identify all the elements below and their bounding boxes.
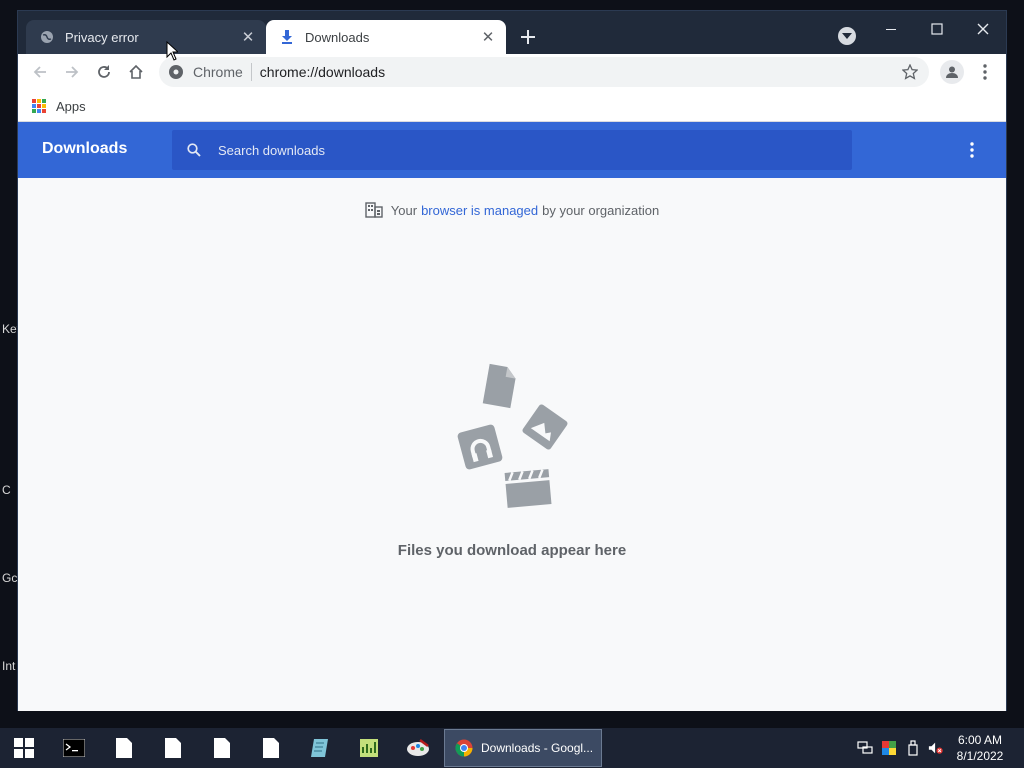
managed-suffix: by your organization [542,202,660,218]
taskbar-notepad[interactable] [306,730,334,766]
maximize-icon [931,23,943,35]
paint-icon [407,739,429,756]
color-app-icon[interactable] [881,740,897,756]
apps-shortcut[interactable]: Apps [32,96,86,116]
close-icon [977,23,989,35]
taskbar-file-2[interactable] [159,730,187,766]
desktop-icon-label[interactable]: Gc [2,571,18,585]
taskbar-file-1[interactable] [110,730,138,766]
desktop-icon-label[interactable]: C [2,483,18,497]
minimize-button[interactable] [868,15,914,43]
apps-grid-icon [32,99,46,113]
tab-title: Downloads [305,29,370,45]
windows-logo-icon [14,738,34,758]
desktop-icon-label[interactable]: Int [2,659,18,673]
arrow-right-icon [66,66,79,78]
more-vertical-icon [970,142,974,158]
file-icon [214,738,230,758]
clock-date: 8/1/2022 [956,749,1004,763]
taskbar: Downloads - Googl... 6:00 AM 8/1/2022 [0,728,1024,768]
close-icon[interactable]: ✕ [478,27,498,47]
audio-file-icon [457,424,503,470]
close-window-button[interactable] [960,15,1006,43]
empty-state-message: Files you download appear here [397,542,627,559]
taskbar-paint[interactable] [404,730,432,766]
chevron-down-icon [842,33,852,39]
image-icon [522,404,568,450]
home-button[interactable] [122,58,150,86]
file-icon [116,738,132,758]
page-origin: Chrome [193,64,243,80]
taskbar-file-3[interactable] [208,730,236,766]
address-bar[interactable]: Chrome chrome://downloads [159,57,929,87]
download-icon [279,29,295,45]
page-title: Downloads [42,140,128,157]
close-icon[interactable]: ✕ [238,27,258,47]
downloads-page: Downloads Your browser is managed by [18,122,1006,711]
bookmark-star-button[interactable] [900,62,920,82]
forward-button[interactable] [58,58,86,86]
minimize-icon [886,29,896,30]
chrome-logo-icon [455,739,473,757]
tab-title: Privacy error [65,29,139,45]
file-icon [165,738,181,758]
taskbar-chrome-window[interactable]: Downloads - Googl... [444,729,602,767]
start-button[interactable] [8,730,40,766]
reload-icon [98,65,110,78]
empty-downloads-illustration [457,363,568,508]
taskbar-chrome-label: Downloads - Googl... [481,741,594,755]
tab-search-button[interactable] [838,27,856,45]
taskbar-spreadsheet[interactable] [355,730,383,766]
volume-muted-icon[interactable] [928,740,944,756]
globe-icon [39,29,55,45]
managed-notice: Your browser is managed by your organiza… [18,202,1006,218]
chrome-page-icon [169,65,183,79]
chrome-menu-button[interactable] [976,60,994,84]
system-clock[interactable]: 6:00 AM 8/1/2022 [950,732,1010,764]
network-icon[interactable] [857,740,873,756]
downloads-more-button[interactable] [962,138,982,162]
taskbar-file-4[interactable] [257,730,285,766]
notepad-icon [311,739,328,757]
search-icon [186,142,202,158]
star-icon [902,64,918,80]
divider [250,63,252,81]
managed-link[interactable]: browser is managed [421,203,538,218]
file-icon [263,738,279,758]
maximize-button[interactable] [914,15,960,43]
mouse-cursor-icon [166,41,178,61]
new-tab-button[interactable] [516,25,540,49]
document-icon [482,363,516,409]
back-button[interactable] [26,58,54,86]
bookmarks-bar: Apps [18,90,1006,122]
search-box[interactable] [172,130,852,170]
taskbar-terminal[interactable] [60,730,88,766]
reload-button[interactable] [90,58,118,86]
tab-privacy-error[interactable]: Privacy error ✕ [26,20,266,54]
tab-downloads[interactable]: Downloads ✕ [266,20,506,54]
downloads-header: Downloads [18,122,1006,178]
home-icon [129,64,143,79]
profile-button[interactable] [940,60,964,84]
clock-time: 6:00 AM [957,733,1003,747]
browser-window: Privacy error ✕ Downloads ✕ Chrome chrom… [17,10,1007,711]
plus-icon [521,30,535,44]
building-icon [365,202,383,218]
video-file-icon [504,469,552,508]
desktop-icon-label[interactable]: Key [2,322,18,336]
managed-prefix: Your [390,202,418,218]
usb-device-icon[interactable] [905,740,921,756]
search-input[interactable] [218,142,818,158]
terminal-icon [63,739,85,757]
url-text[interactable]: chrome://downloads [260,64,385,80]
spreadsheet-icon [360,739,378,757]
more-vertical-icon [983,64,987,80]
arrow-left-icon [33,66,46,78]
avatar-icon [946,66,958,78]
apps-label: Apps [56,98,86,114]
